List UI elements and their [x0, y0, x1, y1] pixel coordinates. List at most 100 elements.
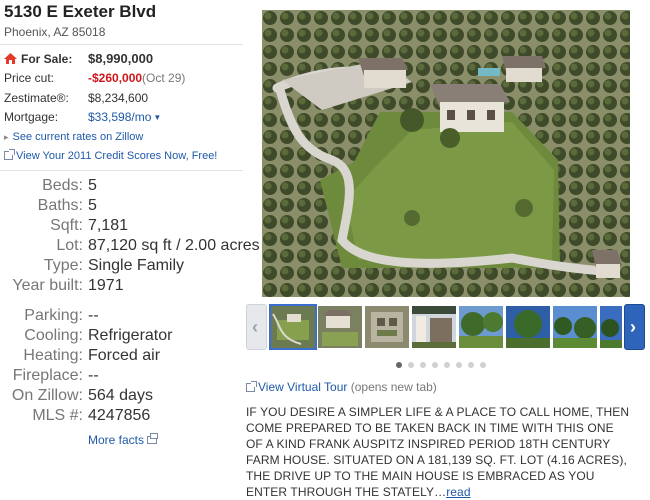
fact-label: Type: [43, 257, 83, 274]
photo-thumbnail[interactable] [269, 304, 317, 350]
fact-value: Forced air [88, 347, 161, 364]
price-cut-date: (Oct 29) [142, 71, 186, 85]
page-dot[interactable] [420, 362, 426, 368]
photo-thumbnail[interactable] [600, 306, 622, 348]
see-rates-label[interactable]: See current rates on Zillow [13, 131, 144, 143]
fact-value: -- [88, 307, 99, 324]
fact-row: Fireplace: -- [0, 368, 243, 384]
fact-label: Fireplace: [12, 367, 83, 384]
fact-label: Cooling: [24, 327, 83, 344]
gallery-next-button[interactable]: › [624, 304, 645, 350]
price-cut-row: Price cut: -$260,000(Oct 29) [4, 70, 185, 86]
description-text: IF YOU DESIRE A SIMPLER LIFE & A PLACE T… [246, 405, 630, 499]
fact-label: Lot: [56, 237, 83, 254]
page-dot[interactable] [480, 362, 486, 368]
divider [0, 170, 243, 171]
aerial-house-photo [262, 10, 630, 297]
thumbnail-strip: ‹ › [246, 304, 646, 352]
thumbnail-image [365, 306, 409, 348]
photo-thumbnail[interactable] [365, 306, 409, 348]
thumbnail-image [318, 306, 362, 348]
page-dot[interactable] [456, 362, 462, 368]
fact-row: Heating: Forced air [0, 348, 243, 364]
listing-description: IF YOU DESIRE A SIMPLER LIFE & A PLACE T… [246, 404, 631, 500]
virtual-tour-link[interactable]: View Virtual Tour [258, 380, 347, 394]
fact-value: -- [88, 367, 99, 384]
virtual-tour-note: (opens new tab) [350, 380, 437, 394]
fact-value: 5 [88, 177, 97, 194]
fact-row: MLS #: 4247856 [0, 408, 243, 424]
zestimate-label: Zestimate®: [4, 91, 69, 105]
see-rates-link[interactable]: ▸ See current rates on Zillow [4, 131, 143, 143]
for-sale-row: For Sale: $8,990,000 [4, 51, 153, 67]
fact-label: MLS #: [32, 407, 83, 424]
gallery-prev-button[interactable]: ‹ [246, 304, 267, 350]
more-facts-label[interactable]: More facts [88, 433, 144, 447]
virtual-tour-row: View Virtual Tour (opens new tab) [246, 380, 437, 394]
photo-thumbnail[interactable] [506, 306, 550, 348]
fact-label: Heating: [23, 347, 83, 364]
fact-row: Cooling: Refrigerator [0, 328, 243, 344]
photo-thumbnail[interactable] [459, 306, 503, 348]
external-link-icon [246, 381, 257, 392]
for-sale-price: $8,990,000 [88, 51, 154, 66]
more-facts-link[interactable]: More facts [88, 433, 159, 447]
fact-row: Baths: 5 [0, 198, 243, 214]
page-dot[interactable] [408, 362, 414, 368]
photo-thumbnail[interactable] [412, 306, 456, 348]
fact-label: Baths: [37, 197, 83, 214]
mortgage-dropdown[interactable]: $33,598/mo [88, 110, 151, 124]
fact-value: Refrigerator [88, 327, 173, 344]
chevron-right-icon: › [630, 317, 636, 337]
fact-value: 1971 [88, 277, 124, 294]
price-cut-value: -$260,000 [88, 71, 143, 85]
photo-thumbnail[interactable] [318, 306, 362, 348]
fact-row: Lot: 87,120 sq ft / 2.00 acres [0, 237, 259, 254]
page-dot[interactable] [396, 362, 402, 368]
chevron-left-icon: ‹ [252, 317, 258, 337]
thumbnail-image [600, 306, 622, 348]
popup-icon [147, 433, 159, 444]
fact-label: Sqft: [50, 217, 83, 234]
fact-label: On Zillow: [11, 387, 83, 404]
fact-label: Beds: [42, 177, 83, 194]
credit-scores-link[interactable]: View Your 2011 Credit Scores Now, Free! [4, 149, 217, 162]
price-cut-label: Price cut: [4, 71, 55, 85]
fact-label: Year built: [12, 277, 83, 294]
chevron-down-icon[interactable]: ▼ [153, 113, 161, 122]
fact-row: Year built: 1971 [0, 278, 243, 294]
main-photo[interactable] [262, 10, 630, 297]
page-dot[interactable] [432, 362, 438, 368]
fact-row: Parking: -- [0, 308, 243, 324]
fact-row: Type: Single Family [0, 258, 243, 274]
fact-value: Single Family [88, 257, 185, 274]
photo-thumbnail[interactable] [553, 306, 597, 348]
page-dot[interactable] [468, 362, 474, 368]
fact-value: 564 days [88, 387, 153, 404]
read-more-link[interactable]: read [446, 485, 470, 499]
fact-row: Sqft: 7,181 [0, 218, 243, 234]
credit-scores-label[interactable]: View Your 2011 Credit Scores Now, Free! [16, 150, 217, 162]
thumbnail-image [412, 306, 456, 348]
thumbnail-image [271, 306, 315, 348]
for-sale-label: For Sale: [21, 52, 73, 66]
city-state-zip: Phoenix, AZ 85018 [4, 25, 106, 39]
fact-value: 87,120 sq ft / 2.00 acres [88, 237, 260, 254]
thumbnail-image [459, 306, 503, 348]
fact-row: On Zillow: 564 days [0, 388, 243, 404]
mortgage-label: Mortgage: [4, 110, 59, 124]
thumbnail-image [506, 306, 550, 348]
zestimate-value: $8,234,600 [88, 91, 149, 105]
fact-value: 5 [88, 197, 97, 214]
zestimate-row: Zestimate®: $8,234,600 [4, 90, 148, 106]
fact-value: 4247856 [88, 407, 151, 424]
listing-summary: 5130 E Exeter Blvd Phoenix, AZ 85018 For… [0, 0, 260, 499]
thumbnail-image [553, 306, 597, 348]
address-title: 5130 E Exeter Blvd [4, 2, 157, 21]
fact-value: 7,181 [88, 217, 129, 234]
chevron-right-icon: ▸ [4, 132, 9, 142]
mortgage-row: Mortgage: $33,598/mo ▼ [4, 109, 161, 125]
page-dot[interactable] [444, 362, 450, 368]
fact-row: Beds: 5 [0, 178, 243, 194]
house-icon [4, 53, 17, 64]
